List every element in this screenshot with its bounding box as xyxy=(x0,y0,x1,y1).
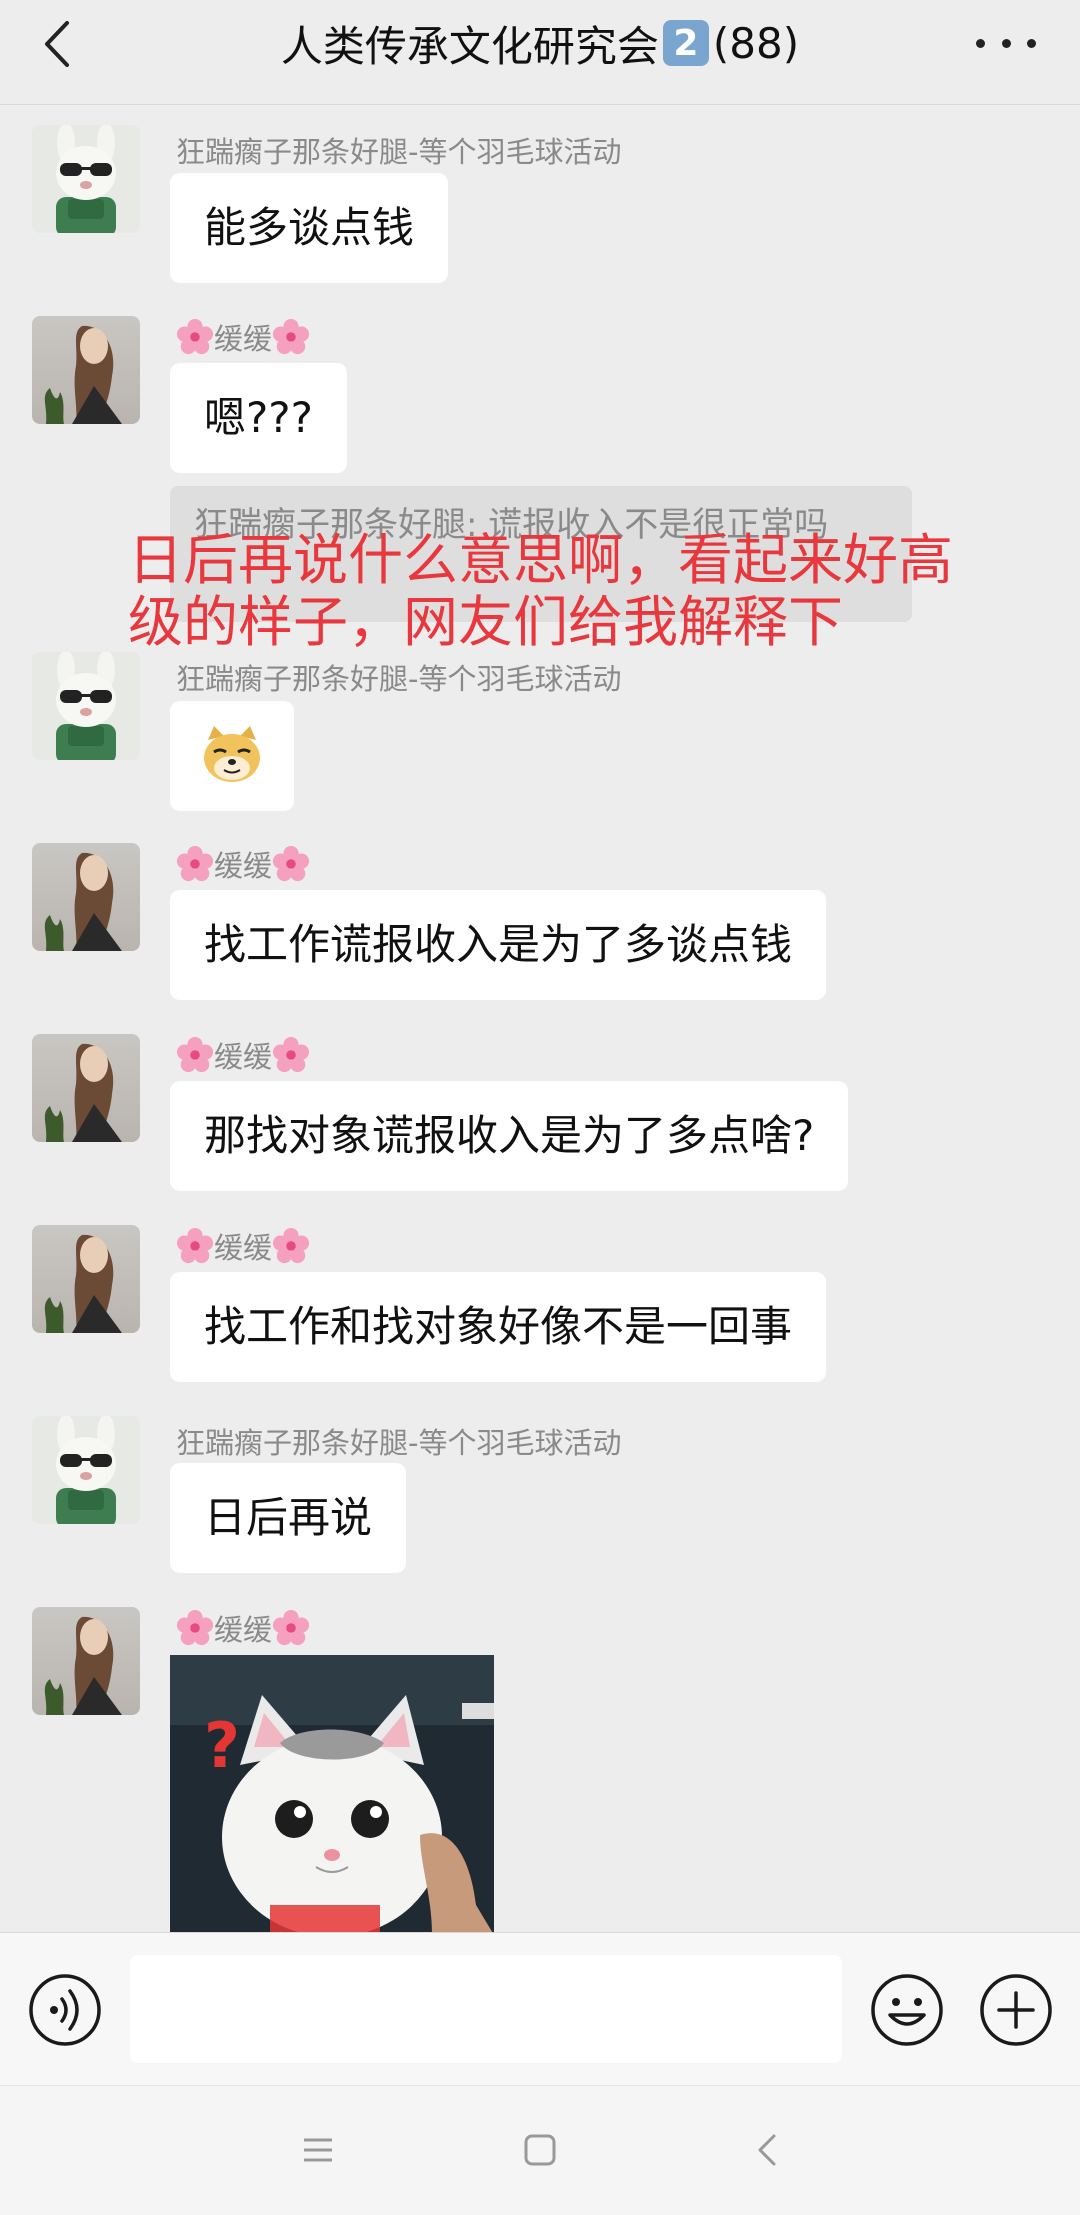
back-button[interactable] xyxy=(28,16,84,72)
voice-icon xyxy=(29,1974,101,2046)
svg-text:?: ? xyxy=(204,1709,240,1782)
annotation-line: 级的样子，网友们给我解释下 xyxy=(128,590,844,654)
more-options-button[interactable] xyxy=(976,28,1036,58)
input-bar xyxy=(0,1932,1080,2085)
sender-name-text: 缓缓 xyxy=(214,322,273,356)
doge-emoji-icon xyxy=(204,726,260,782)
message-bubble[interactable]: 日后再说 xyxy=(170,1463,407,1573)
sender-name: 缓缓 xyxy=(176,316,310,358)
sender-name: 缓缓 xyxy=(176,1225,310,1267)
bunny-avatar[interactable] xyxy=(32,125,140,233)
system-nav-bar xyxy=(0,2085,1080,2215)
sender-name-text: 缓缓 xyxy=(214,849,273,883)
keycap-two-badge: 2 xyxy=(662,20,709,66)
voice-button[interactable] xyxy=(28,1973,102,2047)
cherry-blossom-icon xyxy=(176,845,214,882)
message-bubble[interactable]: 嗯??? xyxy=(170,363,347,473)
message-bubble[interactable]: 那找对象谎报收入是为了多点啥? xyxy=(170,1081,849,1191)
dot-icon xyxy=(976,38,985,48)
square-icon xyxy=(524,2134,556,2166)
cherry-blossom-icon xyxy=(272,1036,310,1073)
annotation-line: 日后再说什么意思啊，看起来好高 xyxy=(128,528,954,592)
cherry-blossom-icon xyxy=(272,318,310,355)
back-nav-button[interactable] xyxy=(744,2126,792,2174)
member-count: (88) xyxy=(712,18,800,68)
home-nav-button[interactable] xyxy=(516,2126,564,2174)
girl-avatar[interactable] xyxy=(32,1607,140,1715)
cherry-blossom-icon xyxy=(176,1609,214,1646)
sender-name: 缓缓 xyxy=(176,843,310,885)
girl-avatar[interactable] xyxy=(32,843,140,951)
sticker-bubble[interactable] xyxy=(170,701,294,811)
cherry-blossom-icon xyxy=(176,1036,214,1073)
cherry-blossom-icon xyxy=(272,845,310,882)
girl-avatar[interactable] xyxy=(32,1034,140,1142)
plus-icon xyxy=(980,1974,1052,2046)
sender-name: 缓缓 xyxy=(176,1034,310,1076)
message-bubble[interactable]: 能多谈点钱 xyxy=(170,173,449,283)
cherry-blossom-icon xyxy=(176,318,214,355)
smiley-icon xyxy=(871,1974,943,2046)
more-functions-button[interactable] xyxy=(979,1973,1053,2047)
sender-name: 狂踹瘸子那条好腿-等个羽毛球活动 xyxy=(176,1426,622,1460)
sender-name: 狂踹瘸子那条好腿-等个羽毛球活动 xyxy=(176,135,622,169)
group-name: 人类传承文化研究会 xyxy=(280,21,659,71)
menu-icon xyxy=(304,2138,332,2162)
chat-header: 人类传承文化研究会 2 (88) xyxy=(0,0,1080,105)
emoji-button[interactable] xyxy=(870,1973,944,2047)
message-bubble[interactable]: 找工作谎报收入是为了多谈点钱 xyxy=(170,890,827,1000)
menu-nav-button[interactable] xyxy=(294,2126,342,2174)
bunny-avatar[interactable] xyxy=(32,1416,140,1524)
cherry-blossom-icon xyxy=(272,1609,310,1646)
girl-avatar[interactable] xyxy=(32,316,140,424)
message-list[interactable]: 狂踹瘸子那条好腿-等个羽毛球活动 能多谈点钱 缓缓 嗯??? 狂踹瘸子那条好腿:… xyxy=(0,105,1080,1932)
sender-name-text: 缓缓 xyxy=(214,1231,273,1265)
girl-avatar[interactable] xyxy=(32,1225,140,1333)
chevron-left-icon xyxy=(45,21,69,67)
sender-name: 缓缓 xyxy=(176,1607,310,1649)
chat-title: 人类传承文化研究会 2 (88) xyxy=(160,8,920,78)
sender-name: 狂踹瘸子那条好腿-等个羽毛球活动 xyxy=(176,662,622,696)
cherry-blossom-icon xyxy=(272,1227,310,1264)
dot-icon xyxy=(1001,38,1011,48)
back-triangle-icon xyxy=(758,2134,776,2166)
message-input[interactable] xyxy=(130,1955,842,2063)
cat-sticker-image[interactable]: ? xyxy=(170,1655,494,1932)
annotation-text: 日后再说什么意思啊，看起来好高 级的样子，网友们给我解释下 xyxy=(128,529,953,653)
sender-name-text: 缓缓 xyxy=(214,1040,273,1074)
sender-name-text: 缓缓 xyxy=(214,1613,273,1647)
bunny-avatar[interactable] xyxy=(32,652,140,760)
dot-icon xyxy=(1027,38,1036,48)
message-bubble[interactable]: 找工作和找对象好像不是一回事 xyxy=(170,1272,827,1382)
cherry-blossom-icon xyxy=(176,1227,214,1264)
